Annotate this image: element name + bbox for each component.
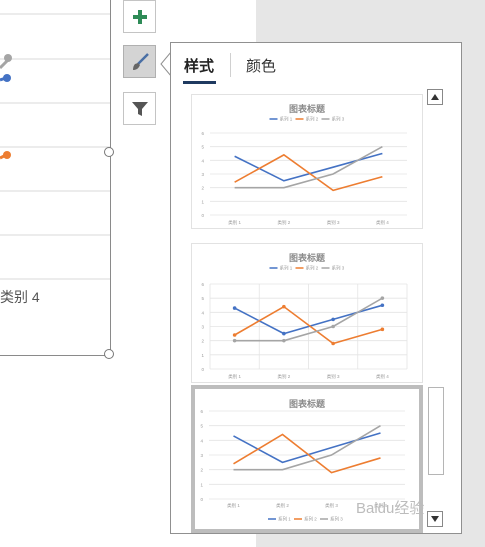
y-tick-label: 5 xyxy=(201,296,204,301)
resize-handle-right[interactable] xyxy=(104,147,114,157)
paintbrush-icon xyxy=(132,52,149,70)
add-chart-element-button[interactable] xyxy=(123,0,156,33)
tab-style[interactable]: 样式 xyxy=(184,55,214,76)
series-marker xyxy=(331,324,335,329)
legend-label: 系列 2 xyxy=(304,516,317,523)
y-tick-label: 4 xyxy=(201,158,204,163)
bg-series2-marker xyxy=(3,151,11,159)
tab-color[interactable]: 颜色 xyxy=(246,55,276,76)
series-marker xyxy=(331,317,335,322)
plus-icon xyxy=(132,9,147,24)
y-tick-label: 3 xyxy=(201,325,204,330)
series-marker xyxy=(232,306,237,310)
category-tick-label: 类别 3 xyxy=(327,219,340,226)
chart-styles-flyout: 样式 颜色 图表标题 0 1 2 3 4 5 6 类别 1 类别 2 类别 3 类别 4 系列 1 系列… xyxy=(170,42,462,534)
bg-series3-marker xyxy=(4,54,12,62)
series-line xyxy=(233,432,381,464)
tab-divider xyxy=(230,53,231,77)
series-marker xyxy=(282,304,286,309)
legend-label: 系列 2 xyxy=(306,116,319,123)
series-marker xyxy=(282,331,286,336)
y-tick-label: 6 xyxy=(201,282,204,287)
y-tick-label: 0 xyxy=(201,367,204,372)
bg-series1-marker xyxy=(3,74,11,82)
legend-label: 系列 1 xyxy=(278,516,291,523)
resize-handle-bottom-right[interactable] xyxy=(104,349,114,359)
y-tick-label: 2 xyxy=(201,339,204,344)
series-marker xyxy=(380,296,385,300)
category-label: 类别 4 xyxy=(0,289,40,305)
background-chart[interactable]: 类别 4 xyxy=(0,0,111,356)
legend-label: 系列 2 xyxy=(306,265,319,272)
triangle-down-icon xyxy=(431,516,439,522)
series-marker xyxy=(232,338,237,343)
flyout-scrollbar[interactable] xyxy=(426,89,446,529)
category-tick-label: 类别 2 xyxy=(277,219,290,226)
series-marker xyxy=(380,303,385,308)
category-tick-label: 类别 2 xyxy=(276,502,289,509)
category-tick-label: 类别 2 xyxy=(277,373,290,380)
chart-filters-button[interactable] xyxy=(123,92,156,125)
legend-label: 系列 1 xyxy=(280,116,293,123)
y-tick-label: 3 xyxy=(200,453,203,458)
category-tick-label: 类别 3 xyxy=(327,373,340,380)
y-tick-label: 0 xyxy=(200,497,203,502)
chart-style-option-2[interactable]: 图表标题 0 1 2 3 4 5 6 类别 1 类别 2 类别 3 类别 4 系列 1 系列 2 系列 3 xyxy=(191,243,423,383)
legend-label: 系列 3 xyxy=(332,116,345,123)
y-tick-label: 2 xyxy=(200,468,203,473)
scroll-up-button[interactable] xyxy=(427,89,443,105)
category-tick-label: 类别 1 xyxy=(227,502,240,509)
triangle-up-icon xyxy=(431,94,439,100)
category-tick-label: 类别 1 xyxy=(228,373,241,380)
series-marker xyxy=(232,333,237,337)
y-tick-label: 4 xyxy=(201,310,204,315)
style-2-chart-plot: 0 1 2 3 4 5 6 类别 1 类别 2 类别 3 类别 4 系列 1 系列 2 系列 3 xyxy=(201,265,408,380)
y-tick-label: 2 xyxy=(201,186,204,191)
legend-label: 系列 1 xyxy=(280,265,293,272)
series-marker xyxy=(380,327,385,332)
y-tick-label: 1 xyxy=(201,199,204,204)
funnel-icon xyxy=(131,101,148,116)
y-tick-label: 6 xyxy=(201,131,204,136)
y-tick-label: 5 xyxy=(200,424,203,429)
y-tick-label: 6 xyxy=(200,409,203,414)
series-line xyxy=(234,152,383,182)
y-tick-label: 4 xyxy=(200,438,203,443)
scrollbar-thumb[interactable] xyxy=(428,387,444,475)
legend-label: 系列 3 xyxy=(332,265,345,272)
category-tick-label: 类别 4 xyxy=(376,373,389,380)
watermark-text: Baidu经验 xyxy=(356,500,425,517)
y-tick-label: 5 xyxy=(201,145,204,150)
style-1-chart-plot: 0 1 2 3 4 5 6 类别 1 类别 2 类别 3 类别 4 系列 1 系列 2 系列 3 xyxy=(201,116,407,226)
y-tick-label: 1 xyxy=(201,353,204,358)
chart-styles-button[interactable] xyxy=(123,45,156,78)
scroll-down-button[interactable] xyxy=(427,511,443,527)
selected-tab-indicator xyxy=(183,81,216,84)
series-marker xyxy=(282,338,286,343)
y-tick-label: 1 xyxy=(200,482,203,487)
category-tick-label: 类别 4 xyxy=(376,219,389,226)
category-tick-label: 类别 3 xyxy=(325,502,338,509)
legend-label: 系列 3 xyxy=(330,516,343,523)
chart-style-option-1[interactable]: 图表标题 0 1 2 3 4 5 6 类别 1 类别 2 类别 3 类别 4 系列 1 系列 2 系列 3 xyxy=(191,94,423,229)
y-tick-label: 3 xyxy=(201,172,204,177)
y-tick-label: 0 xyxy=(201,213,204,218)
series-marker xyxy=(331,341,335,346)
category-tick-label: 类别 1 xyxy=(228,219,241,226)
